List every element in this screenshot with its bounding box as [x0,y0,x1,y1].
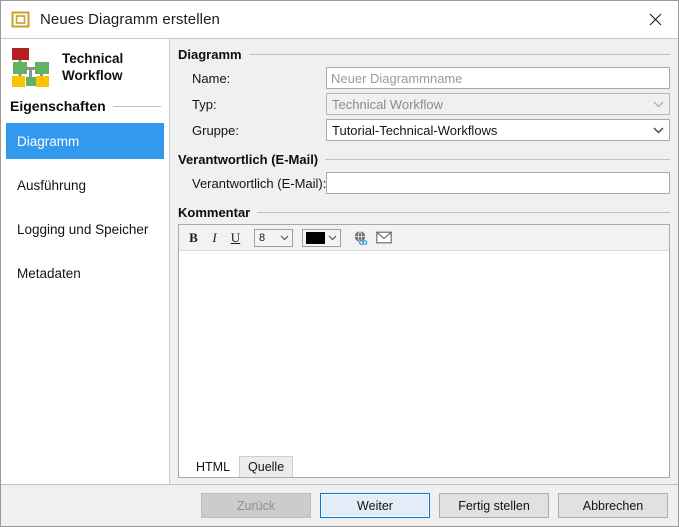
workflow-nodes-icon [9,47,53,88]
group-rule [325,159,670,160]
editor-tabs: HTML Quelle [179,452,669,477]
verantwortlich-email-input[interactable] [326,172,670,194]
group-header-diagramm: Diagramm [178,47,670,62]
name-field-wrap [326,67,670,89]
next-button[interactable]: Weiter [320,493,430,518]
comment-editor: B I U 8 [178,224,670,478]
text-color-select[interactable] [302,229,341,247]
editor-toolbar: B I U 8 [179,225,669,251]
group-header-verantwortlich: Verantwortlich (E-Mail) [178,152,670,167]
italic-button[interactable]: I [205,228,224,247]
gruppe-label: Gruppe: [178,123,326,138]
typ-select: Technical Workflow [326,93,670,115]
title-bar: Neues Diagramm erstellen [1,1,678,38]
sidebar-section-label: Eigenschaften [10,98,106,114]
globe-link-icon [353,230,369,246]
typ-value: Technical Workflow [327,97,647,112]
group-header-kommentar: Kommentar [178,205,670,220]
group-rule [257,212,670,213]
sidebar-item-metadaten[interactable]: Metadaten [6,255,164,291]
sidebar-item-diagramm[interactable]: Diagramm [6,123,164,159]
envelope-icon [376,231,392,244]
sidebar-item-label: Logging und Speicher [17,222,148,237]
sidebar-item-logging-und-speicher[interactable]: Logging und Speicher [6,211,164,247]
chevron-down-icon [325,235,340,241]
underline-button[interactable]: U [226,228,245,247]
group-label: Verantwortlich (E-Mail) [178,152,318,167]
properties-pane: Diagramm Name: Typ: Technical Workflow [170,39,678,484]
back-button: Zurück [201,493,311,518]
sidebar-nav: Diagramm Ausführung Logging und Speicher… [1,123,169,299]
gruppe-field-wrap: Tutorial-Technical-Workflows [326,119,670,141]
chevron-down-icon [647,101,669,108]
sidebar: Technical Workflow Eigenschaften Diagram… [1,39,170,484]
name-input[interactable] [326,67,670,89]
font-size-select[interactable]: 8 [254,229,293,247]
brand-title: Technical Workflow [62,51,123,85]
sidebar-item-label: Diagramm [17,134,79,149]
field-row-typ: Typ: Technical Workflow [178,92,670,116]
name-label: Name: [178,71,326,86]
sidebar-section-header: Eigenschaften [1,95,169,117]
brand-title-line1: Technical [62,51,123,68]
chevron-down-icon [277,235,292,241]
chevron-down-icon [647,127,669,134]
dialog-body: Technical Workflow Eigenschaften Diagram… [1,38,678,484]
bold-button[interactable]: B [184,228,203,247]
group-rule [249,54,670,55]
gruppe-value: Tutorial-Technical-Workflows [327,123,647,138]
close-icon [649,13,662,26]
page-title: Neues Diagramm erstellen [40,11,220,28]
tab-html[interactable]: HTML [187,456,239,477]
sidebar-item-label: Metadaten [17,266,81,281]
group-label: Kommentar [178,205,250,220]
group-label: Diagramm [178,47,242,62]
brand-title-line2: Workflow [62,68,123,85]
cancel-button[interactable]: Abbrechen [558,493,668,518]
sidebar-item-label: Ausführung [17,178,86,193]
verantwortlich-label: Verantwortlich (E-Mail): [178,176,326,191]
finish-button[interactable]: Fertig stellen [439,493,549,518]
font-size-value: 8 [255,232,277,244]
close-button[interactable] [632,1,678,38]
tab-label: Quelle [248,460,284,474]
sidebar-item-ausfuehrung[interactable]: Ausführung [6,167,164,203]
field-row-verantwortlich: Verantwortlich (E-Mail): [178,171,670,195]
field-row-gruppe: Gruppe: Tutorial-Technical-Workflows [178,118,670,142]
insert-email-button[interactable] [373,228,394,247]
field-row-name: Name: [178,66,670,90]
typ-label: Typ: [178,97,326,112]
sidebar-section-rule [113,106,161,107]
verantwortlich-field-wrap [326,172,670,194]
gruppe-select[interactable]: Tutorial-Technical-Workflows [326,119,670,141]
new-diagram-dialog: Neues Diagramm erstellen [0,0,679,527]
insert-link-button[interactable] [350,228,371,247]
brand-header: Technical Workflow [1,39,169,94]
tab-quelle[interactable]: Quelle [239,456,293,477]
comment-text-area[interactable] [179,251,669,452]
tab-label: HTML [196,460,230,474]
diagram-window-icon [11,10,30,29]
typ-field-wrap: Technical Workflow [326,93,670,115]
color-swatch [306,232,325,244]
dialog-footer: Zurück Weiter Fertig stellen Abbrechen [1,484,678,526]
